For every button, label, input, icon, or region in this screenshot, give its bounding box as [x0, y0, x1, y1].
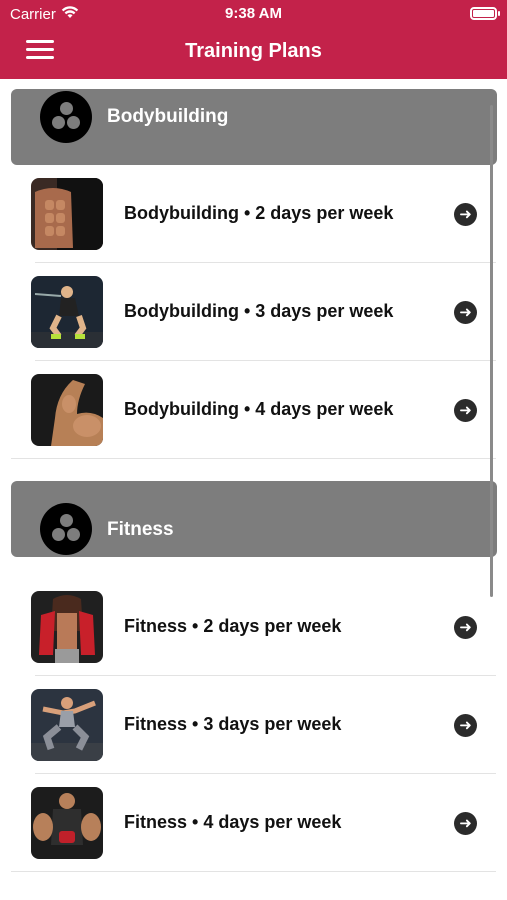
arrow-right-circle-icon[interactable]: ➜ — [454, 399, 477, 422]
arrow-right-circle-icon[interactable]: ➜ — [454, 812, 477, 835]
row-label: Bodybuilding • 3 days per week — [124, 301, 394, 321]
jacket-abs-photo — [31, 591, 103, 663]
status-time: 9:38 AM — [225, 5, 282, 22]
abs-photo — [31, 178, 103, 250]
row-label: Bodybuilding • 2 days per week — [124, 203, 394, 223]
list-item[interactable]: Bodybuilding • 3 days per week ➜ — [0, 263, 507, 361]
section-title: Fitness — [107, 519, 174, 540]
page-title: Training Plans — [185, 40, 322, 62]
arrow-right-circle-icon[interactable]: ➜ — [454, 203, 477, 226]
squat-jump-photo — [31, 689, 103, 761]
list-item[interactable]: Fitness • 2 days per week ➜ — [0, 578, 507, 676]
arms-photo — [31, 787, 103, 859]
three-dot-circle-icon — [40, 503, 92, 555]
nav-bar: Training Plans — [0, 28, 507, 79]
arrow-right-circle-icon[interactable]: ➜ — [454, 616, 477, 639]
list-item[interactable]: Bodybuilding • 4 days per week ➜ — [0, 361, 507, 459]
divider — [11, 458, 496, 459]
section-title: Bodybuilding — [107, 106, 229, 127]
row-label: Fitness • 4 days per week — [124, 812, 342, 832]
section-header-bodybuilding: Bodybuilding — [11, 89, 497, 165]
arrow-right-circle-icon[interactable]: ➜ — [454, 301, 477, 324]
battery-icon — [470, 7, 500, 20]
arrow-right-circle-icon[interactable]: ➜ — [454, 714, 477, 737]
divider — [11, 871, 496, 872]
list-item[interactable]: Fitness • 3 days per week ➜ — [0, 676, 507, 774]
status-bar: Carrier 9:38 AM — [0, 0, 507, 28]
squat-photo — [31, 276, 103, 348]
row-label: Fitness • 2 days per week — [124, 616, 342, 636]
scrollbar[interactable] — [490, 105, 493, 597]
row-label: Bodybuilding • 4 days per week — [124, 399, 394, 419]
list-item[interactable]: Bodybuilding • 2 days per week ➜ — [0, 165, 507, 263]
section-header-fitness: Fitness — [11, 481, 497, 557]
biceps-photo — [31, 374, 103, 446]
row-label: Fitness • 3 days per week — [124, 714, 342, 734]
three-dot-circle-icon — [40, 91, 92, 143]
list-item[interactable]: Fitness • 4 days per week ➜ — [0, 774, 507, 872]
training-plans-list[interactable]: Bodybuilding Bodybuilding • 2 days per w… — [0, 79, 507, 900]
